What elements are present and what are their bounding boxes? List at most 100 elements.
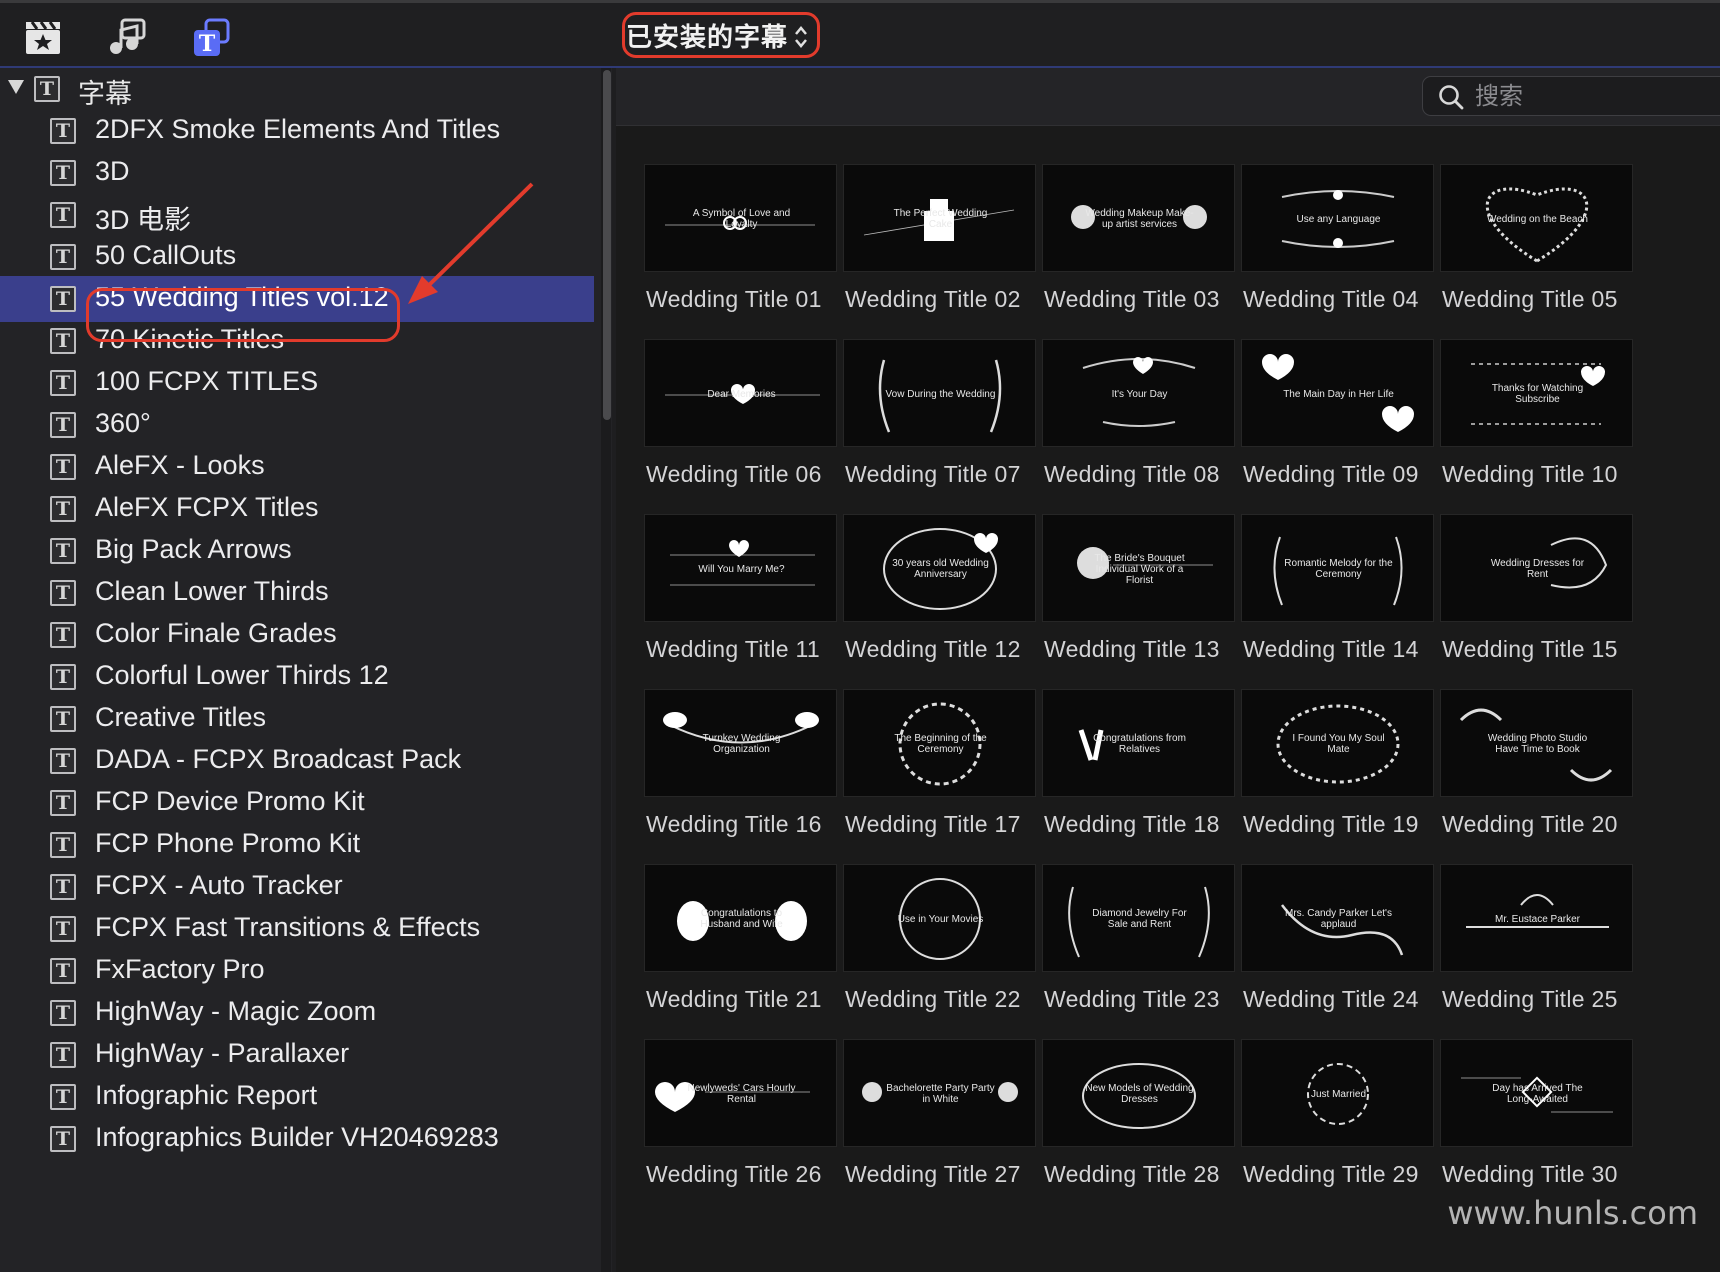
sidebar-scroll-thumb[interactable] bbox=[603, 70, 611, 420]
sidebar-item[interactable]: T 3D 电影 bbox=[0, 192, 594, 238]
title-tile[interactable]: Just Married Wedding Title 29 bbox=[1241, 1039, 1437, 1219]
title-tile[interactable]: Diamond Jewelry For Sale and Rent Wedding… bbox=[1042, 864, 1238, 1044]
title-thumbnail[interactable]: Newlyweds' Cars Hourly Rental bbox=[644, 1039, 837, 1147]
title-tile[interactable]: It's Your Day Wedding Title 08 bbox=[1042, 339, 1238, 519]
title-tile[interactable]: 30 years old Wedding Anniversary Wedding … bbox=[843, 514, 1039, 694]
sidebar-item[interactable]: T FCP Device Promo Kit bbox=[0, 780, 594, 826]
sidebar-item[interactable]: T HighWay - Magic Zoom bbox=[0, 990, 594, 1036]
title-tile[interactable]: Turnkey Wedding Organization Wedding Titl… bbox=[644, 689, 840, 869]
sidebar-item[interactable]: T 55 Wedding Titles vol.12 bbox=[0, 276, 594, 322]
title-category-icon: T bbox=[50, 370, 76, 396]
title-tile[interactable]: Bachelorette Party Party in White Wedding… bbox=[843, 1039, 1039, 1219]
sidebar-item[interactable]: T FCP Phone Promo Kit bbox=[0, 822, 594, 868]
title-tile[interactable]: Will You Marry Me? Wedding Title 11 bbox=[644, 514, 840, 694]
title-tile[interactable]: Wedding Makeup Make-up artist services We… bbox=[1042, 164, 1238, 344]
title-thumbnail[interactable]: Thanks for Watching Subscribe bbox=[1440, 339, 1633, 447]
sidebar-item[interactable]: T Clean Lower Thirds bbox=[0, 570, 594, 616]
sidebar-item[interactable]: T 50 CallOuts bbox=[0, 234, 594, 280]
sidebar-item[interactable]: T Color Finale Grades bbox=[0, 612, 594, 658]
title-thumbnail[interactable]: Just Married bbox=[1241, 1039, 1434, 1147]
title-thumbnail[interactable]: The Bride's Bouquet Individual Work of a… bbox=[1042, 514, 1235, 622]
title-tile[interactable]: A Symbol of Love and Loyalty Wedding Titl… bbox=[644, 164, 840, 344]
title-tile[interactable]: The Bride's Bouquet Individual Work of a… bbox=[1042, 514, 1238, 694]
sidebar-scrollbar[interactable] bbox=[601, 68, 611, 1272]
title-thumbnail[interactable]: Dear Memories bbox=[644, 339, 837, 447]
title-tile[interactable]: Vow During the Wedding Wedding Title 07 bbox=[843, 339, 1039, 519]
sidebar-item[interactable]: T 3D bbox=[0, 150, 594, 196]
sidebar-item[interactable]: T Big Pack Arrows bbox=[0, 528, 594, 574]
title-thumbnail[interactable]: Mrs. Candy Parker Let's applaud bbox=[1241, 864, 1434, 972]
sidebar-item[interactable]: T 100 FCPX TITLES bbox=[0, 360, 594, 406]
title-tile[interactable]: Congratulations from Relatives Wedding Ti… bbox=[1042, 689, 1238, 869]
title-tile[interactable]: Mr. Eustace Parker Wedding Title 25 bbox=[1440, 864, 1636, 1044]
search-field[interactable] bbox=[1422, 76, 1720, 116]
title-tile[interactable]: Wedding Dresses for Rent Wedding Title 15 bbox=[1440, 514, 1636, 694]
disclosure-triangle-icon[interactable] bbox=[8, 80, 24, 94]
sidebar-item[interactable]: T 70 Kinetic Titles bbox=[0, 318, 594, 364]
title-tile[interactable]: Mrs. Candy Parker Let's applaud Wedding T… bbox=[1241, 864, 1437, 1044]
sidebar-item[interactable]: T Infographics Builder VH20469283 bbox=[0, 1116, 594, 1162]
title-thumbnail[interactable]: The Main Day in Her Life bbox=[1241, 339, 1434, 447]
title-thumbnail[interactable]: Wedding Photo Studio Have Time to Book bbox=[1440, 689, 1633, 797]
title-tile[interactable]: Use in Your Movies Wedding Title 22 bbox=[843, 864, 1039, 1044]
sidebar-item[interactable]: T 2DFX Smoke Elements And Titles bbox=[0, 108, 594, 154]
sidebar-item[interactable]: T Creative Titles bbox=[0, 696, 594, 742]
title-tile[interactable]: Day has Arrived The Long-Awaited Wedding … bbox=[1440, 1039, 1636, 1219]
title-tile-label: Wedding Title 29 bbox=[1243, 1161, 1419, 1187]
title-tile[interactable]: I Found You My Soul Mate Wedding Title 19 bbox=[1241, 689, 1437, 869]
sidebar-item[interactable]: T AleFX FCPX Titles bbox=[0, 486, 594, 532]
title-thumbnail[interactable]: Diamond Jewelry For Sale and Rent bbox=[1042, 864, 1235, 972]
title-tile[interactable]: The Beginning of the Ceremony Wedding Tit… bbox=[843, 689, 1039, 869]
sidebar-item[interactable]: T FCPX Fast Transitions & Effects bbox=[0, 906, 594, 952]
titles-generators-icon[interactable]: T bbox=[190, 16, 234, 58]
sidebar-group-titles[interactable]: T 字幕 bbox=[0, 68, 600, 109]
title-thumbnail[interactable]: Day has Arrived The Long-Awaited bbox=[1440, 1039, 1633, 1147]
clapperboard-star-icon[interactable] bbox=[22, 16, 66, 58]
title-tile[interactable]: New Models of Wedding Dresses Wedding Tit… bbox=[1042, 1039, 1238, 1219]
title-tile[interactable]: Romantic Melody for the Ceremony Wedding … bbox=[1241, 514, 1437, 694]
title-thumbnail[interactable]: Wedding Dresses for Rent bbox=[1440, 514, 1633, 622]
installed-titles-selector[interactable]: 已安装的字幕 bbox=[622, 12, 820, 58]
title-thumbnail[interactable]: Romantic Melody for the Ceremony bbox=[1241, 514, 1434, 622]
title-thumbnail[interactable]: Congratulations to Husband and Wife bbox=[644, 864, 837, 972]
title-thumbnail[interactable]: Mr. Eustace Parker bbox=[1440, 864, 1633, 972]
search-input[interactable] bbox=[1473, 81, 1717, 113]
sidebar-item[interactable]: T FxFactory Pro bbox=[0, 948, 594, 994]
title-thumbnail[interactable]: A Symbol of Love and Loyalty bbox=[644, 164, 837, 272]
title-thumbnail[interactable]: Wedding Makeup Make-up artist services bbox=[1042, 164, 1235, 272]
sidebar-item[interactable]: T 360° bbox=[0, 402, 594, 448]
title-thumbnail[interactable]: The Beginning of the Ceremony bbox=[843, 689, 1036, 797]
title-tile[interactable]: Use any Language Wedding Title 04 bbox=[1241, 164, 1437, 344]
sidebar-item[interactable]: T HighWay - Parallaxer bbox=[0, 1032, 594, 1078]
title-thumbnail[interactable]: The Perfect Wedding Cake bbox=[843, 164, 1036, 272]
title-thumbnail[interactable]: Turnkey Wedding Organization bbox=[644, 689, 837, 797]
title-thumbnail[interactable]: Bachelorette Party Party in White bbox=[843, 1039, 1036, 1147]
title-thumbnail[interactable]: 30 years old Wedding Anniversary bbox=[843, 514, 1036, 622]
title-tile[interactable]: The Main Day in Her Life Wedding Title 09 bbox=[1241, 339, 1437, 519]
title-thumbnail[interactable]: Use in Your Movies bbox=[843, 864, 1036, 972]
title-tile[interactable]: Congratulations to Husband and Wife Weddi… bbox=[644, 864, 840, 1044]
title-category-icon: T bbox=[50, 454, 76, 480]
sidebar-item[interactable]: T Colorful Lower Thirds 12 bbox=[0, 654, 594, 700]
title-thumbnail[interactable]: Vow During the Wedding bbox=[843, 339, 1036, 447]
title-tile[interactable]: Wedding Photo Studio Have Time to Book We… bbox=[1440, 689, 1636, 869]
title-tile[interactable]: Dear Memories Wedding Title 06 bbox=[644, 339, 840, 519]
title-thumbnail[interactable]: Congratulations from Relatives bbox=[1042, 689, 1235, 797]
title-tile[interactable]: The Perfect Wedding Cake Wedding Title 02 bbox=[843, 164, 1039, 344]
thumbnail-caption: 30 years old Wedding Anniversary bbox=[892, 558, 989, 580]
title-thumbnail[interactable]: New Models of Wedding Dresses bbox=[1042, 1039, 1235, 1147]
title-thumbnail[interactable]: Will You Marry Me? bbox=[644, 514, 837, 622]
title-tile[interactable]: Wedding on the Beach Wedding Title 05 bbox=[1440, 164, 1636, 344]
music-photo-icon[interactable] bbox=[106, 16, 150, 58]
search-bar bbox=[616, 68, 1720, 126]
title-thumbnail[interactable]: I Found You My Soul Mate bbox=[1241, 689, 1434, 797]
title-tile[interactable]: Thanks for Watching Subscribe Wedding Tit… bbox=[1440, 339, 1636, 519]
title-thumbnail[interactable]: Use any Language bbox=[1241, 164, 1434, 272]
sidebar-item[interactable]: T Infographic Report bbox=[0, 1074, 594, 1120]
title-thumbnail[interactable]: It's Your Day bbox=[1042, 339, 1235, 447]
sidebar-item[interactable]: T DADA - FCPX Broadcast Pack bbox=[0, 738, 594, 784]
sidebar-item[interactable]: T AleFX - Looks bbox=[0, 444, 594, 490]
title-thumbnail[interactable]: Wedding on the Beach bbox=[1440, 164, 1633, 272]
sidebar-item[interactable]: T FCPX - Auto Tracker bbox=[0, 864, 594, 910]
title-tile[interactable]: Newlyweds' Cars Hourly Rental Wedding Tit… bbox=[644, 1039, 840, 1219]
